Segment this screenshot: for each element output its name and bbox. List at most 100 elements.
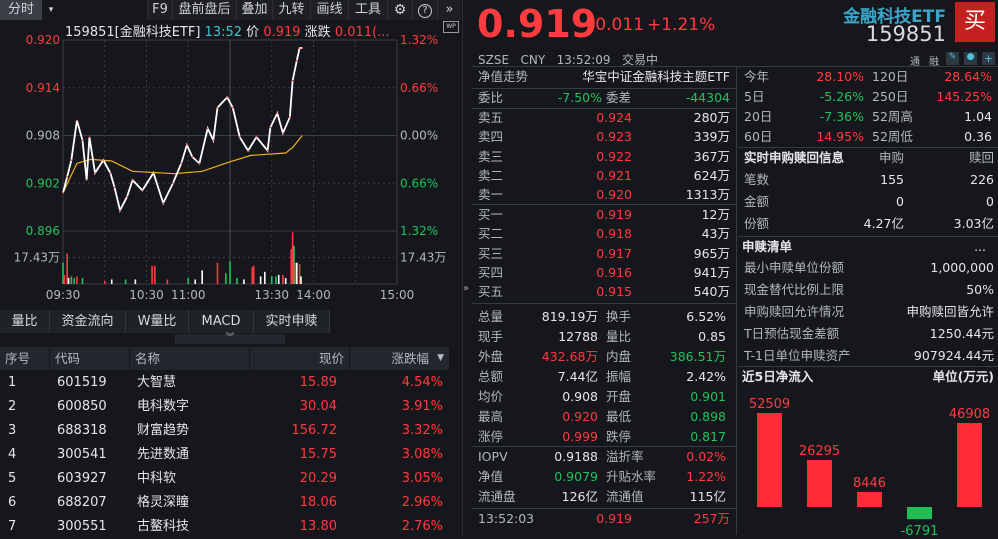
nav-trend-row[interactable]: 净值走势 华宝中证金融科技主题ETF	[472, 67, 736, 87]
bid-level[interactable]: 买三 0.917 965万	[472, 244, 736, 263]
row-index: 2	[8, 399, 17, 414]
row-change-pct: 4.54%	[401, 375, 443, 390]
table-row[interactable]: 3 688318 财富趋势 156.72 3.32%	[0, 419, 455, 443]
dropdown-icon[interactable]: ▾	[42, 0, 60, 20]
ask-level[interactable]: 卖二 0.921 624万	[472, 166, 736, 185]
tick-price: 0.919	[596, 511, 632, 526]
summary-row: 现手 12788 量比 0.85	[472, 327, 730, 347]
bid-level[interactable]: 买二 0.918 43万	[472, 224, 736, 243]
table-row[interactable]: 6 688207 格灵深瞳 18.06 2.96%	[0, 491, 455, 515]
etf-row: 流通盘 126亿 流通值 115亿	[472, 487, 730, 507]
price-point	[85, 179, 88, 181]
ask-level[interactable]: 卖五 0.924 280万	[472, 108, 736, 127]
row-price: 15.89	[299, 375, 337, 390]
sort-desc-icon[interactable]: ▼	[437, 347, 444, 370]
col-header-name[interactable]: 名称	[130, 347, 250, 370]
toolbar-f9[interactable]: F9	[147, 0, 172, 20]
security-code: 159851	[865, 22, 946, 46]
volume-bar	[290, 249, 293, 284]
col-header-code[interactable]: 代码	[50, 347, 130, 370]
ask-level-price: 0.923	[596, 129, 632, 145]
price-point	[238, 136, 241, 138]
volume-tick: 17.43万	[400, 251, 446, 265]
row-price: 18.06	[299, 495, 337, 510]
performance-row-label: 5日	[744, 89, 765, 104]
summary-row-value2: 2.42%	[686, 369, 726, 384]
table-row[interactable]: 4 300541 先进数通 15.75 3.08%	[0, 443, 455, 467]
price-point	[291, 79, 294, 82]
col-header-change-label: 涨跌幅	[391, 351, 429, 366]
summary-row-value2: 0.901	[690, 389, 726, 404]
collapse-panel-icon[interactable]: »	[463, 283, 471, 299]
table-row[interactable]: 5 603927 中科软 20.29 3.05%	[0, 467, 455, 491]
table-row[interactable]: 1 601519 大智慧 15.89 4.54%	[0, 371, 455, 395]
ask-level[interactable]: 卖四 0.923 339万	[472, 127, 736, 146]
add-icon[interactable]: +	[982, 52, 995, 65]
col-header-price[interactable]: 现价	[250, 347, 350, 370]
creation-list-label: 现金替代比例上限	[744, 282, 845, 297]
row-code: 600850	[57, 399, 107, 414]
expand-icon[interactable]: »	[437, 0, 461, 20]
net-inflow-bar	[857, 491, 882, 507]
volume-bar	[151, 265, 153, 284]
ask-level[interactable]: 卖三 0.922 367万	[472, 147, 736, 166]
ask-level-price: 0.922	[596, 148, 632, 164]
performance-row-value: 28.10%	[816, 69, 864, 84]
edit-icon[interactable]: ✎	[946, 52, 959, 65]
ask-level-volume: 339万	[693, 129, 730, 145]
collapse-chevron-icon[interactable]: ︾	[175, 334, 285, 344]
performance-row: 5日 -5.26% 250日 145.25%	[738, 87, 996, 107]
etf-row-label2: 流通值	[606, 489, 644, 504]
bid-level[interactable]: 买四 0.916 941万	[472, 263, 736, 282]
x-tick: 13:30	[254, 288, 289, 302]
more-button[interactable]: ...	[974, 237, 986, 257]
volume-bar	[73, 277, 75, 284]
bid-level[interactable]: 买一 0.919 12万	[472, 205, 736, 224]
row-name: 格灵深瞳	[137, 495, 190, 510]
creation-list-label: T日预估现金差额	[744, 326, 840, 341]
alert-bell-icon[interactable]: ●	[964, 52, 977, 65]
toolbar-tools[interactable]: 工具	[348, 0, 387, 20]
performance-row: 20日 -7.36% 52周高 1.04	[738, 107, 996, 127]
divider	[736, 66, 737, 535]
tab-realtime-creation[interactable]: 实时申赎	[254, 310, 330, 333]
help-icon[interactable]: ?	[412, 0, 437, 20]
volume-bar	[251, 267, 254, 284]
toolbar-draw[interactable]: 画线	[310, 0, 348, 20]
bid-level-label: 买四	[478, 264, 504, 280]
order-ratio-value: -7.50%	[557, 90, 602, 105]
row-name: 财富趋势	[137, 423, 190, 438]
col-header-index[interactable]: 序号	[0, 347, 50, 370]
col-header-change[interactable]: 涨跌幅 ▼	[350, 347, 450, 370]
currency: CNY	[520, 53, 546, 67]
etf-row-label2: 升贴水率	[606, 469, 657, 484]
volume-bar	[66, 253, 68, 284]
tab-fund-flow[interactable]: 资金流向	[50, 310, 126, 333]
average-price-line	[62, 135, 303, 194]
buy-button[interactable]: 买	[955, 2, 995, 42]
toolbar-nine-turn[interactable]: 九转	[272, 0, 310, 20]
toolbar-overlay[interactable]: 叠加	[236, 0, 272, 20]
bid-level[interactable]: 买五 0.915 540万	[472, 282, 736, 301]
table-row[interactable]: 2 600850 电科数字 30.04 3.91%	[0, 395, 455, 419]
toolbar-premarket[interactable]: 盘前盘后	[172, 0, 236, 20]
summary-row-label: 涨停	[478, 429, 504, 444]
tab-macd[interactable]: MACD	[189, 310, 254, 333]
etf-row-value2: 0.02%	[686, 449, 726, 464]
ask-level-volume: 624万	[693, 167, 730, 183]
ask-level[interactable]: 卖一 0.920 1313万	[472, 185, 736, 204]
tab-volume-ratio[interactable]: 量比	[0, 310, 50, 333]
gear-icon[interactable]: ⚙	[387, 0, 412, 20]
ask-level-label: 卖四	[478, 129, 504, 145]
summary-row-label2: 内盘	[606, 349, 632, 364]
y-tick-left: 0.914	[26, 81, 60, 95]
tab-intraday[interactable]: 分时	[0, 0, 42, 20]
price-point	[255, 136, 258, 138]
volume-tick: 17.43万	[14, 251, 60, 265]
table-row[interactable]: 7 300551 古鳌科技 13.80 2.76%	[0, 515, 455, 539]
volume-bar	[293, 245, 295, 284]
row-index: 5	[8, 471, 17, 486]
y-tick-right: 1.32%	[400, 224, 438, 238]
price-point	[119, 209, 121, 212]
tab-w-volume-ratio[interactable]: W量比	[126, 310, 189, 333]
